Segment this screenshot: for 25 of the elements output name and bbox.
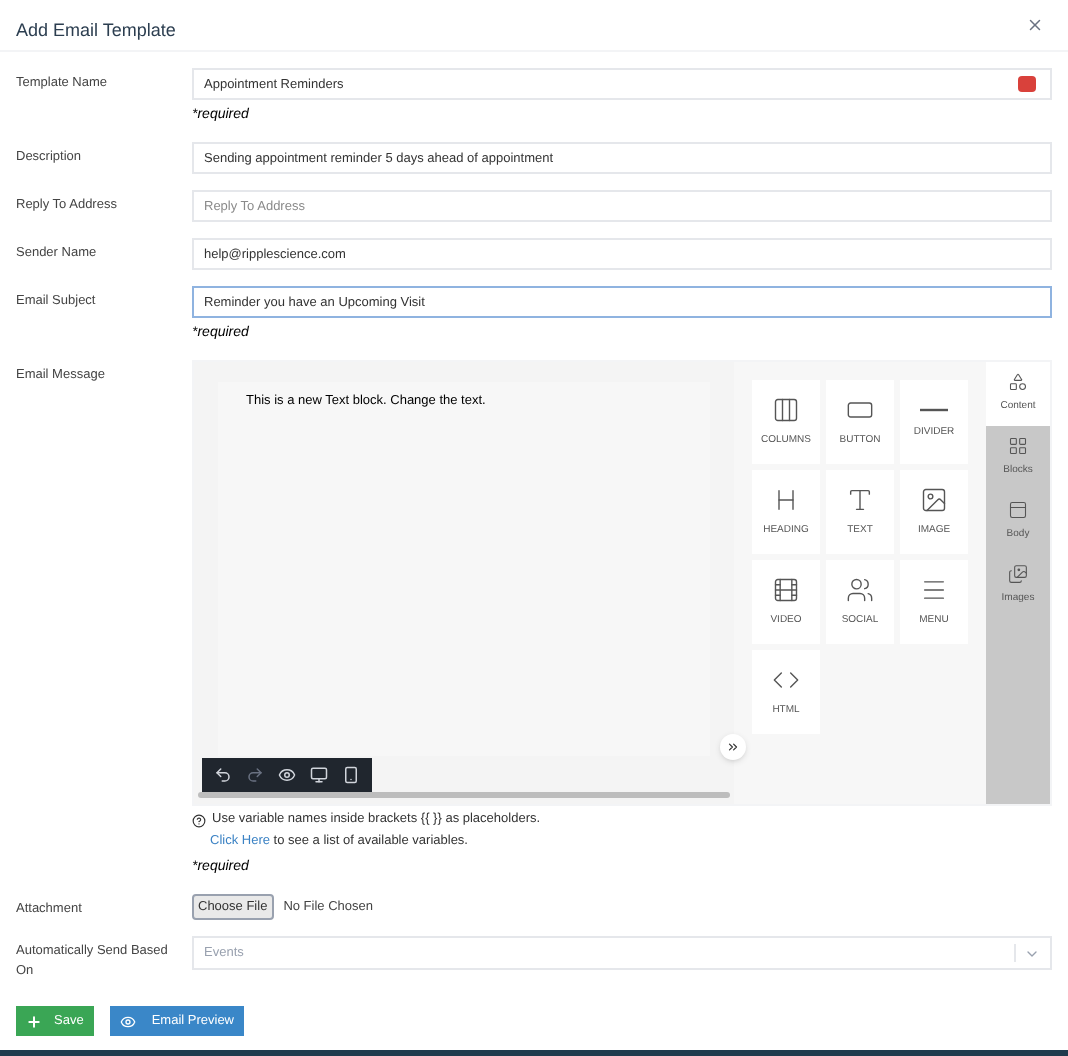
images-icon <box>1008 564 1028 584</box>
people-icon <box>846 575 874 603</box>
redo-icon[interactable] <box>246 766 264 784</box>
mobile-icon[interactable] <box>342 766 360 784</box>
layout-icon <box>1008 500 1028 520</box>
password-manager-icon[interactable] <box>1018 76 1036 92</box>
shapes-icon <box>1008 372 1028 392</box>
plus-icon <box>26 1013 42 1029</box>
undo-icon[interactable] <box>214 766 232 784</box>
help-icon <box>192 813 206 827</box>
film-icon <box>772 575 800 603</box>
heading-icon <box>772 485 800 513</box>
double-chevron-icon <box>726 740 740 754</box>
eye-icon <box>119 1013 136 1029</box>
close-icon[interactable] <box>1026 16 1044 34</box>
collapse-button[interactable] <box>720 734 746 760</box>
dialog-title: Add Email Template <box>16 20 176 40</box>
blocks-icon <box>1008 436 1028 456</box>
divider-icon <box>920 403 948 415</box>
menu-icon <box>920 575 948 603</box>
preview-icon[interactable] <box>278 766 296 784</box>
desktop-icon[interactable] <box>310 766 328 784</box>
columns-icon <box>772 395 800 423</box>
text-icon <box>846 485 874 513</box>
image-icon <box>920 485 948 513</box>
